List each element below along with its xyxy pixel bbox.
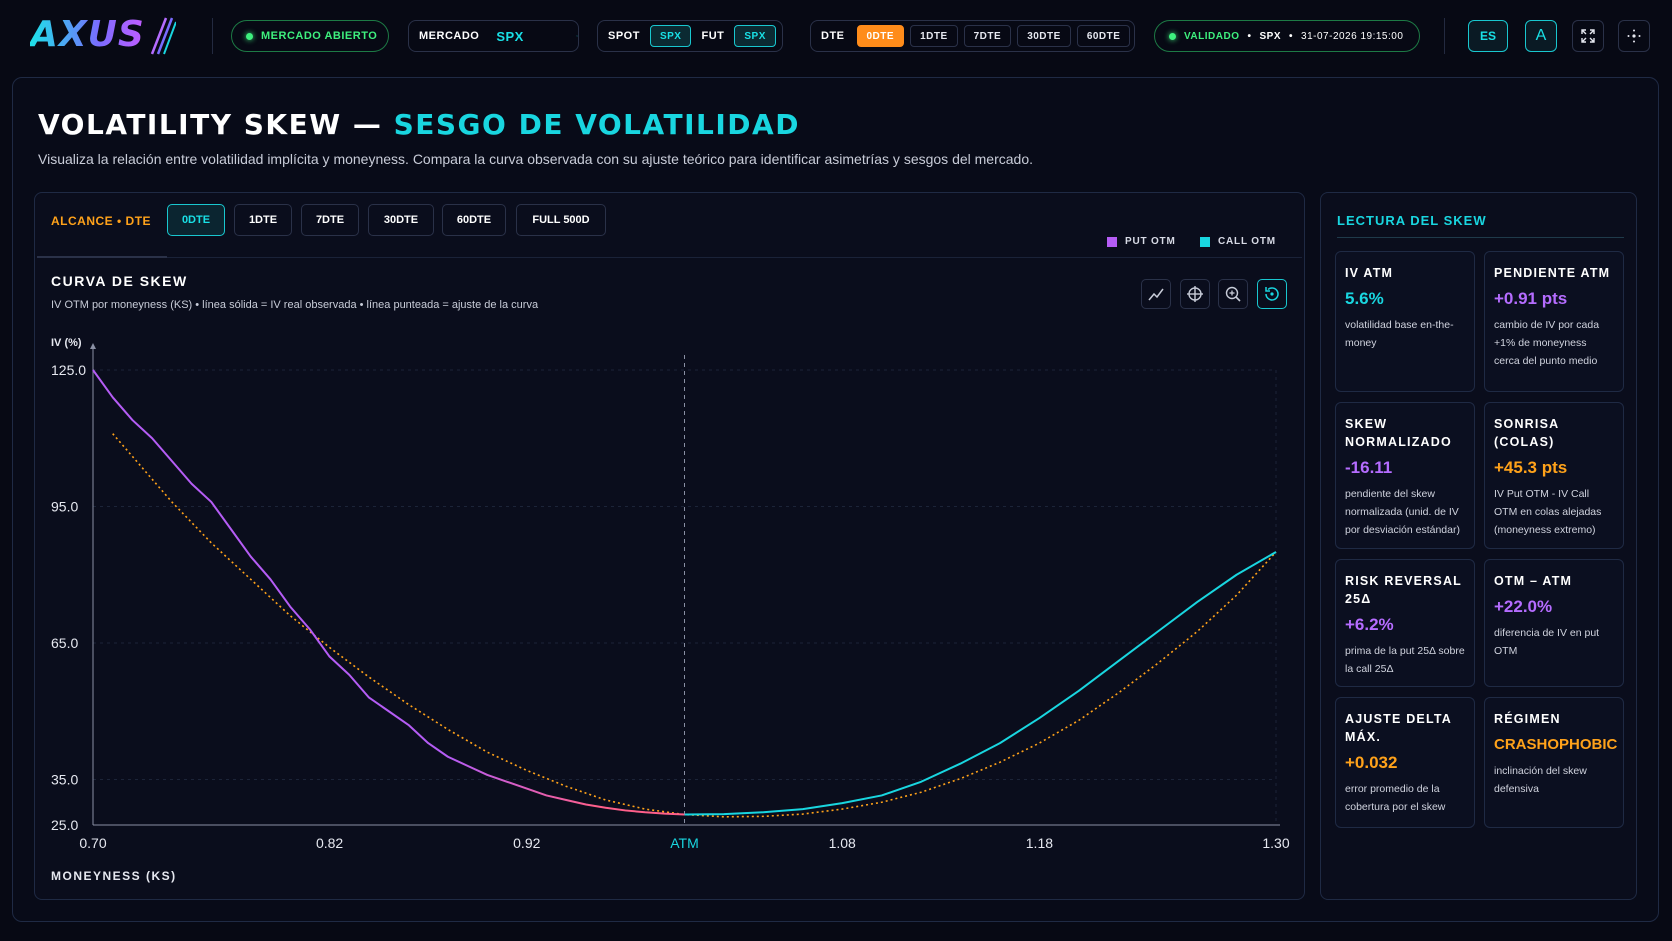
metric-description: prima de la put 25Δ sobre la call 25Δ (1345, 645, 1465, 675)
y-axis-label: IV (%) (51, 337, 82, 349)
y-axis-arrow-icon (90, 343, 96, 349)
x-tick-label: 0.70 (79, 835, 106, 851)
y-tick-label: 95.0 (51, 499, 78, 515)
x-tick-label: 1.30 (1262, 835, 1289, 851)
metric-description: diferencia de IV en put OTM (1494, 627, 1600, 657)
x-tick-label: 1.08 (829, 835, 856, 851)
metric-description: pendiente del skew normalizada (unid. de… (1345, 488, 1460, 536)
metric-description: IV Put OTM - IV Call OTM en colas alejad… (1494, 488, 1602, 536)
metric-value: +0.91 pts (1494, 289, 1568, 308)
x-tick-label: 0.92 (513, 835, 540, 851)
metric-value: +22.0% (1494, 597, 1553, 616)
x-tick-label: ATM (670, 835, 699, 851)
y-tick-label: 65.0 (51, 635, 78, 651)
y-tick-label: 35.0 (51, 772, 78, 788)
metric-value: +6.2% (1345, 615, 1394, 634)
metric-value: +45.3 pts (1494, 458, 1568, 477)
metric-value: 5.6% (1345, 289, 1384, 308)
fit-curve-line (112, 433, 1277, 818)
divider (1337, 237, 1624, 238)
skew-metric-card: RÉGIMEN CRASHOPHOBIC inclinación del skew … (1484, 697, 1624, 828)
x-axis-label: MONEYNESS (KS) (51, 869, 177, 883)
skew-metric-card: SONRISA (COLAS) +45.3 pts IV Put OTM - IV … (1484, 402, 1624, 549)
skew-metric-card: OTM – ATM +22.0% diferencia de IV en put O… (1484, 559, 1624, 687)
y-tick-label: 25.0 (51, 817, 78, 833)
call-otm-line (684, 551, 1277, 816)
metric-value: -16.11 (1345, 458, 1393, 477)
metric-value: CRASHOPHOBIC (1494, 736, 1618, 753)
metric-label: PENDIENTE ATM (1494, 266, 1611, 280)
skew-metric-card: RISK REVERSAL 25Δ +6.2% prima de la put 25… (1335, 559, 1475, 687)
metric-label: IV ATM (1345, 266, 1394, 280)
metric-description: error promedio de la cobertura por el sk… (1345, 783, 1446, 813)
metric-label: OTM – ATM (1494, 574, 1573, 588)
side-panel-title: LECTURA DEL SKEW (1337, 213, 1487, 228)
metric-description: volatilidad base en-the-money (1345, 319, 1454, 349)
put-otm-line (92, 369, 685, 816)
y-tick-label: 125.0 (51, 362, 86, 378)
metric-value: +0.032 (1345, 753, 1398, 772)
metric-label: SKEW NORMALIZADO (1345, 417, 1452, 449)
x-tick-label: 1.18 (1026, 835, 1053, 851)
metric-label: RÉGIMEN (1494, 712, 1561, 726)
x-tick-label: 0.82 (316, 835, 343, 851)
metric-description: cambio de IV por cada +1% de moneyness c… (1494, 319, 1600, 367)
skew-metric-card: IV ATM 5.6% volatilidad base en-the-money (1335, 251, 1475, 392)
metric-label: AJUSTE DELTA MÁX. (1345, 712, 1452, 744)
skew-metric-card: PENDIENTE ATM +0.91 pts cambio de IV por c… (1484, 251, 1624, 392)
metric-label: RISK REVERSAL 25Δ (1345, 574, 1462, 606)
skew-metric-card: AJUSTE DELTA MÁX. +0.032 error promedio de… (1335, 697, 1475, 828)
skew-metric-card: SKEW NORMALIZADO -16.11 pendiente del skew… (1335, 402, 1475, 549)
metric-description: inclinación del skew defensiva (1494, 765, 1587, 795)
metric-label: SONRISA (COLAS) (1494, 417, 1559, 449)
